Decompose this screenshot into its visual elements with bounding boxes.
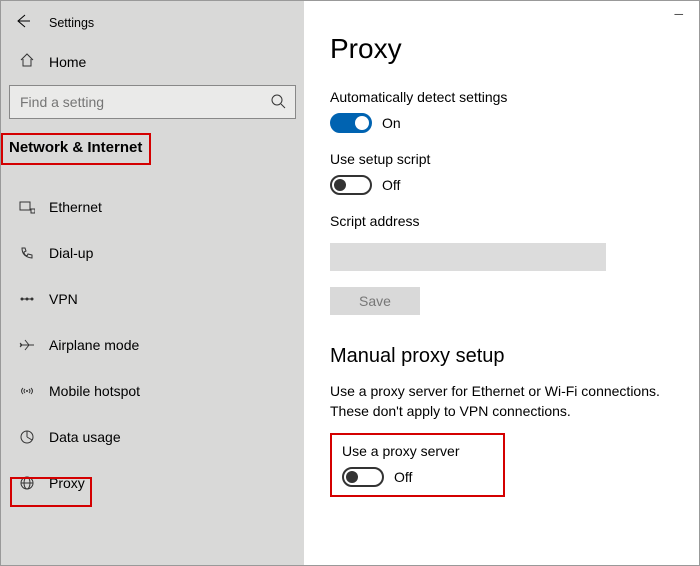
sidebar-item-hotspot[interactable]: Mobile hotspot <box>1 368 304 414</box>
airplane-icon <box>19 337 35 353</box>
nav-list: Ethernet Dial-up VPN Airplane mode Mobil… <box>1 184 304 506</box>
hotspot-icon <box>19 383 35 399</box>
sidebar: Settings Home Network & Internet Etherne… <box>1 1 304 565</box>
back-icon[interactable] <box>15 13 31 32</box>
toggle-state: Off <box>394 469 412 485</box>
sidebar-item-datausage[interactable]: Data usage <box>1 414 304 460</box>
settings-window: Settings Home Network & Internet Etherne… <box>0 0 700 566</box>
vpn-icon <box>19 291 35 307</box>
home-icon <box>19 52 35 71</box>
use-proxy-toggle-row: Off <box>342 467 493 487</box>
auto-detect-section: Automatically detect settings On <box>330 89 699 133</box>
auto-detect-toggle[interactable] <box>330 113 372 133</box>
script-address-label: Script address <box>330 213 699 229</box>
title-bar: Settings <box>1 9 304 42</box>
category-header: Network & Internet <box>1 133 304 170</box>
ethernet-icon <box>19 199 35 215</box>
auto-detect-toggle-row: On <box>330 113 699 133</box>
script-address-input[interactable] <box>330 243 606 271</box>
toggle-state: On <box>382 115 401 131</box>
manual-heading: Manual proxy setup <box>330 345 699 368</box>
page-title: Proxy <box>330 33 699 65</box>
sidebar-item-proxy[interactable]: Proxy <box>1 460 304 506</box>
setup-script-toggle[interactable] <box>330 175 372 195</box>
data-icon <box>19 429 35 445</box>
sidebar-item-ethernet[interactable]: Ethernet <box>1 184 304 230</box>
auto-detect-label: Automatically detect settings <box>330 89 699 105</box>
sidebar-item-dialup[interactable]: Dial-up <box>1 230 304 276</box>
script-address-section: Script address Save <box>330 213 699 315</box>
annotation-box <box>1 133 151 165</box>
main-panel: ─ Proxy Automatically detect settings On… <box>304 1 699 565</box>
use-proxy-label: Use a proxy server <box>342 443 493 459</box>
sidebar-item-label: Ethernet <box>49 199 102 215</box>
sidebar-item-airplane[interactable]: Airplane mode <box>1 322 304 368</box>
use-proxy-toggle[interactable] <box>342 467 384 487</box>
save-button[interactable]: Save <box>330 287 420 315</box>
sidebar-item-label: Data usage <box>49 429 121 445</box>
setup-script-toggle-row: Off <box>330 175 699 195</box>
search-icon <box>270 93 286 109</box>
sidebar-item-label: VPN <box>49 291 78 307</box>
window-controls: ─ <box>330 1 699 21</box>
manual-description: Use a proxy server for Ethernet or Wi-Fi… <box>330 382 670 421</box>
search-input[interactable] <box>9 85 296 119</box>
sidebar-item-vpn[interactable]: VPN <box>1 276 304 322</box>
home-label: Home <box>49 54 86 70</box>
setup-script-section: Use setup script Off <box>330 151 699 195</box>
phone-icon <box>19 245 35 261</box>
setup-script-label: Use setup script <box>330 151 699 167</box>
sidebar-item-label: Dial-up <box>49 245 93 261</box>
home-link[interactable]: Home <box>1 42 304 85</box>
minimize-icon[interactable]: ─ <box>674 7 683 21</box>
sidebar-item-label: Airplane mode <box>49 337 139 353</box>
window-title: Settings <box>49 16 94 30</box>
toggle-state: Off <box>382 177 400 193</box>
search-wrap <box>9 85 296 119</box>
annotation-box <box>10 477 92 507</box>
annotation-box: Use a proxy server Off <box>330 433 505 497</box>
sidebar-item-label: Mobile hotspot <box>49 383 140 399</box>
